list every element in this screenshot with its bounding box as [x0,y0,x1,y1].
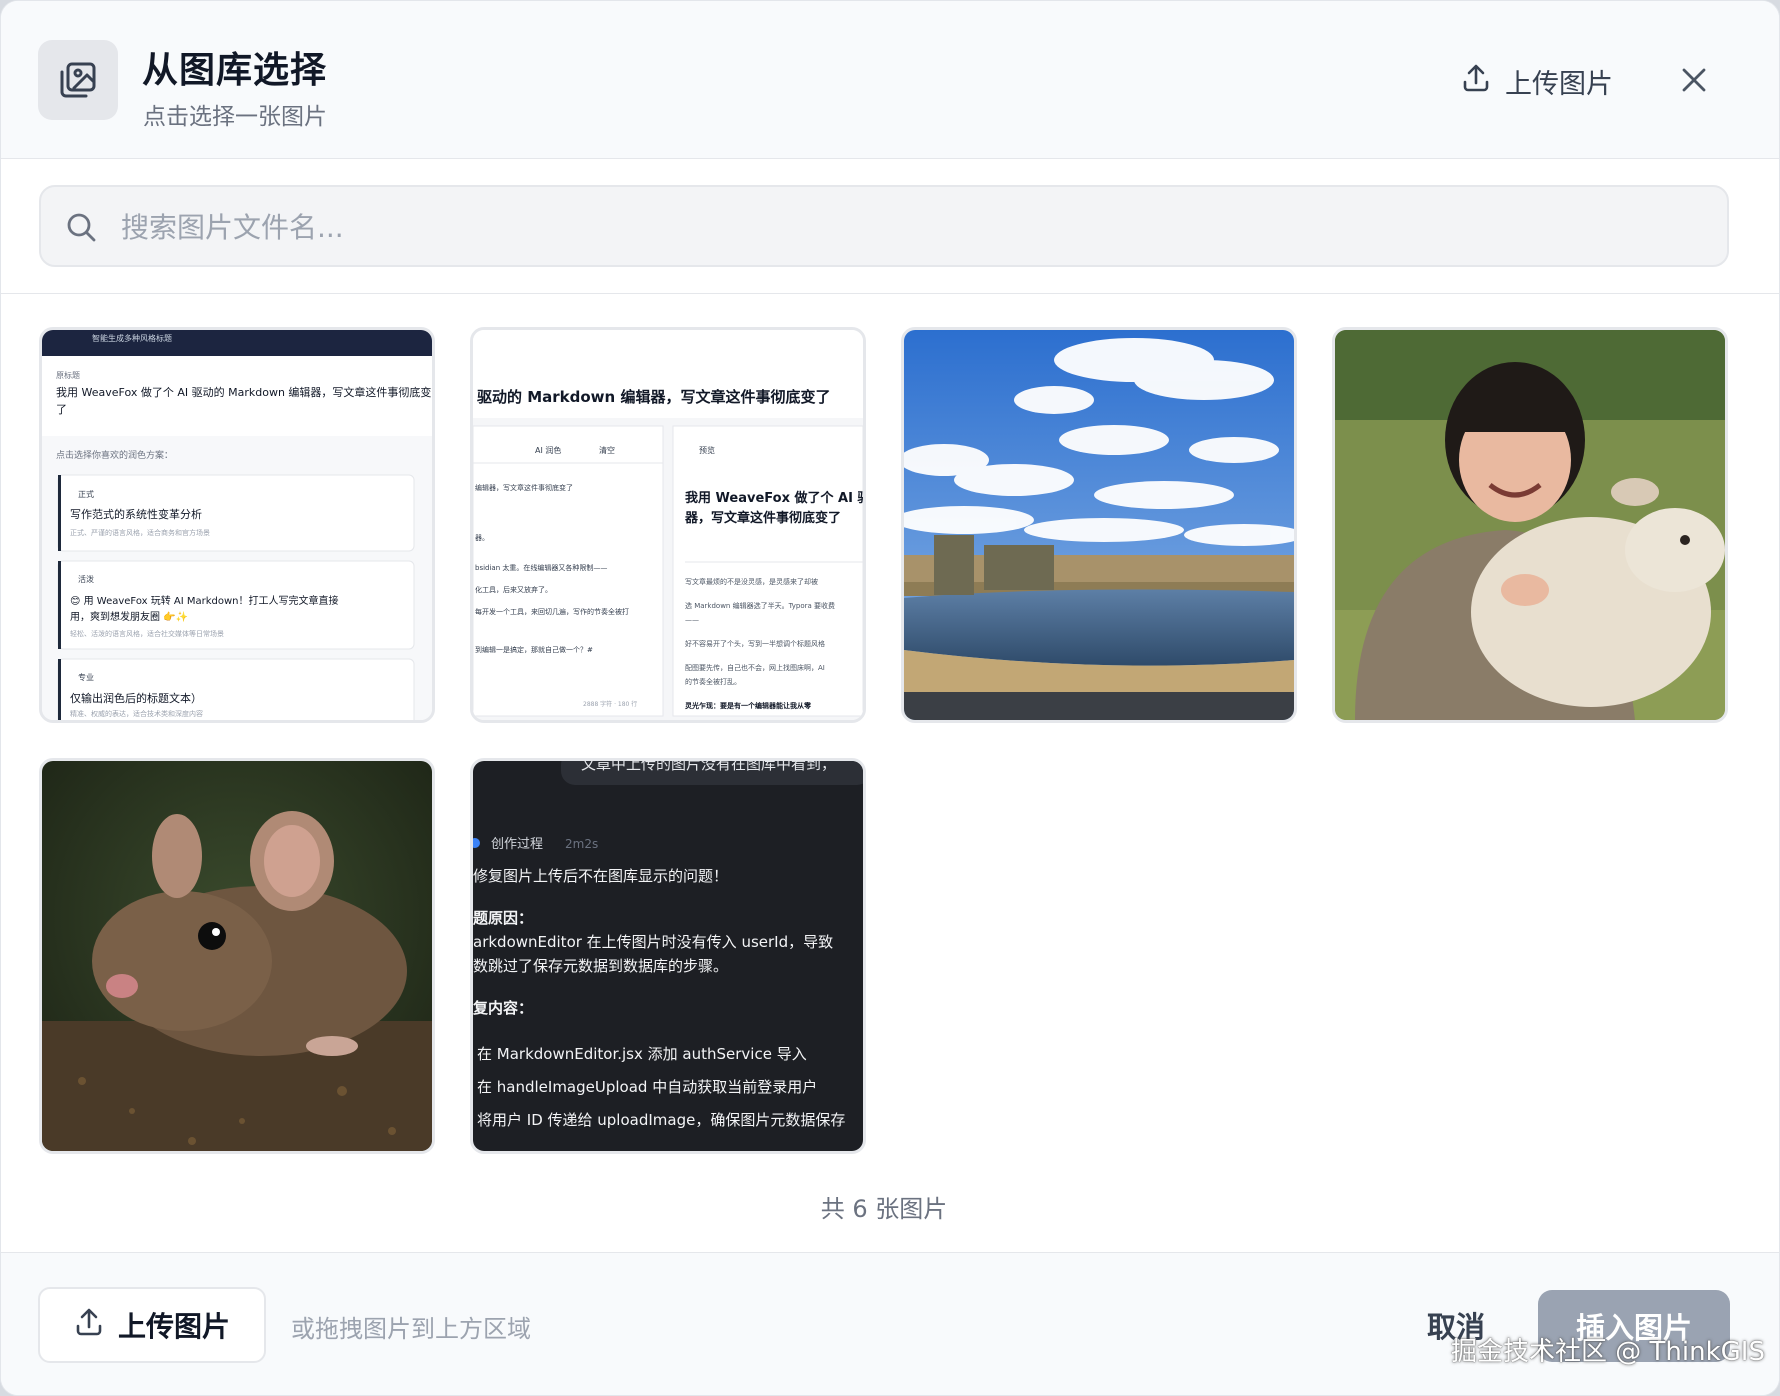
upload-icon [74,1307,104,1344]
thumb6-time: 2m2s [565,837,598,851]
drag-hint: 或拖拽图片到上方区域 [291,1315,531,1343]
thumb2-tb3: 预览 [699,445,715,455]
thumb2-headline: 驱动的 Markdown 编辑器，写文章这件事彻底变了 [477,388,830,406]
thumb1-hint: 点击选择你喜欢的润色方案： [56,449,173,461]
thumb1-c2-title2: 用，爽到想发朋友圈 👉✨ [70,610,188,623]
thumb2-l4: 化工具，后来又放弃了。 [475,585,552,594]
thumb2-r2: 选 Markdown 编辑器选了半天。Typora 要收费 [685,601,835,610]
image-thumbnail-5[interactable] [39,758,435,1154]
thumb1-c3-tag: 专业 [78,672,94,682]
upload-image-label: 上传图片 [117,1310,230,1343]
thumb1-c2-title1: 😊 用 WeaveFox 玩转 AI Markdown！打工人写完文章直接 [70,594,339,607]
search-box [39,185,1729,267]
upload-image-button[interactable]: 上传图片 [38,1287,266,1363]
image-thumbnail-3[interactable] [901,327,1297,723]
thumb6-l4: 数跳过了保存元数据到数据库的步骤。 [473,957,728,975]
thumb6-l7: 在 handleImageUpload 中自动获取当前登录用户 [477,1078,817,1096]
thumb6-process: 创作过程 [491,837,543,852]
dialog-header: 从图库选择 点击选择一张图片 上传图片 [1,1,1779,159]
thumb6-top: 文章中上传的图片没有在图库中看到， [581,761,836,773]
thumb1-c3-desc: 精准、权威的表达，适合技术类和深度内容 [70,709,203,718]
divider [1,293,1779,294]
image-gallery-icon [38,40,118,120]
search-icon [67,213,96,242]
thumb1-c1-title: 写作范式的系统性变革分析 [70,507,202,521]
thumb2-r3: —— [685,616,699,624]
thumb6-l6: 在 MarkdownEditor.jsx 添加 authService 导入 [477,1045,807,1063]
thumb2-r-title2: 器，写文章这件事彻底变了 [684,510,841,526]
thumb6-l8: 将用户 ID 传递给 uploadImage，确保图片元数据保存 [477,1111,845,1129]
thumb2-l5: 每开发一个工具，来回切几遍，写作的节奏全被打 [475,607,629,616]
dialog-footer: 上传图片 或拖拽图片到上方区域 取消 插入图片 [1,1252,1779,1395]
image-picker-dialog: 从图库选择 点击选择一张图片 上传图片 搜索图片文件名... 智能生成多种风格标… [0,0,1780,1396]
thumb2-l2: 器。 [475,534,489,542]
thumb2-r4: 好不容易开了个头，写到一半想调个标题风格 [685,639,825,648]
thumb2-tb1: AI 润色 [535,445,561,455]
thumb6-l1: 修复图片上传后不在图库显示的问题！ [473,867,728,885]
thumb6-l5: 复内容： [473,999,533,1017]
thumb2-tb2: 清空 [599,445,615,455]
thumb1-c1-tag: 正式 [78,489,94,499]
thumb2-r-title1: 我用 WeaveFox 做了个 AI 驱 [685,490,863,506]
close-icon [1682,68,1706,92]
thumb6-l3: arkdownEditor 在上传图片时没有传入 userId，导致 [473,933,833,951]
thumb1-c2-tag: 活泼 [78,574,94,584]
thumb1-line2: 了 [56,403,67,416]
thumb2-footer: 2888 字符 · 180 行 [583,700,637,708]
watermark: 掘金技术社区 @ ThinkGIS [1451,1337,1765,1367]
thumb2-r7: 灵光乍现：要是有一个编辑器能让我从零 [685,701,812,710]
image-thumbnail-4[interactable] [1332,327,1728,723]
upload-image-header-button[interactable]: 上传图片 [1461,59,1613,103]
thumb2-l1: 编辑器，写文章这件事彻底变了 [475,483,573,492]
thumb2-r6: 的节奏全被打乱。 [685,677,741,686]
thumb1-label: 原标题 [56,370,80,380]
image-thumbnail-1[interactable]: 智能生成多种风格标题 原标题 我用 WeaveFox 做了个 AI 驱动的 Ma… [39,327,435,723]
dialog-subtitle: 点击选择一张图片 [143,104,327,130]
thumb1-line1: 我用 WeaveFox 做了个 AI 驱动的 Markdown 编辑器，写文章这… [56,385,431,399]
thumb6-l2: 题原因： [473,909,533,927]
thumb1-c2-desc: 轻松、活泼的语言风格，适合社交媒体等日常场景 [70,629,224,638]
image-count: 共 6 张图片 [820,1195,948,1223]
close-button[interactable] [1673,59,1715,101]
thumb1-topbar: 智能生成多种风格标题 [92,333,172,343]
dialog-title: 从图库选择 [142,50,328,91]
thumb2-r1: 写文章最烦的不是没灵感，是灵感来了却被 [685,577,818,586]
thumb2-l3: bsidian 太重。在线编辑器又各种限制—— [475,563,607,572]
image-thumbnail-2[interactable]: 驱动的 Markdown 编辑器，写文章这件事彻底变了 AI 润色 清空 预览 … [470,327,866,723]
thumb2-l6: 到编辑一是搞定，那就自己做一个？# [475,645,593,654]
thumb1-c1-desc: 正式、严谨的语言风格，适合商务和官方场景 [70,528,210,537]
thumb1-c3-title: 仅输出润色后的标题文本） [70,691,202,705]
search-input[interactable] [121,197,1701,257]
upload-icon [1461,63,1491,100]
upload-image-header-label: 上传图片 [1505,68,1613,100]
image-thumbnail-6[interactable]: 文章中上传的图片没有在图库中看到， 创作过程 2m2s 修复图片上传后不在图库显… [470,758,866,1154]
thumb2-r5: 配图要先传，自己也不会，网上找图床啊，AI [685,663,825,672]
